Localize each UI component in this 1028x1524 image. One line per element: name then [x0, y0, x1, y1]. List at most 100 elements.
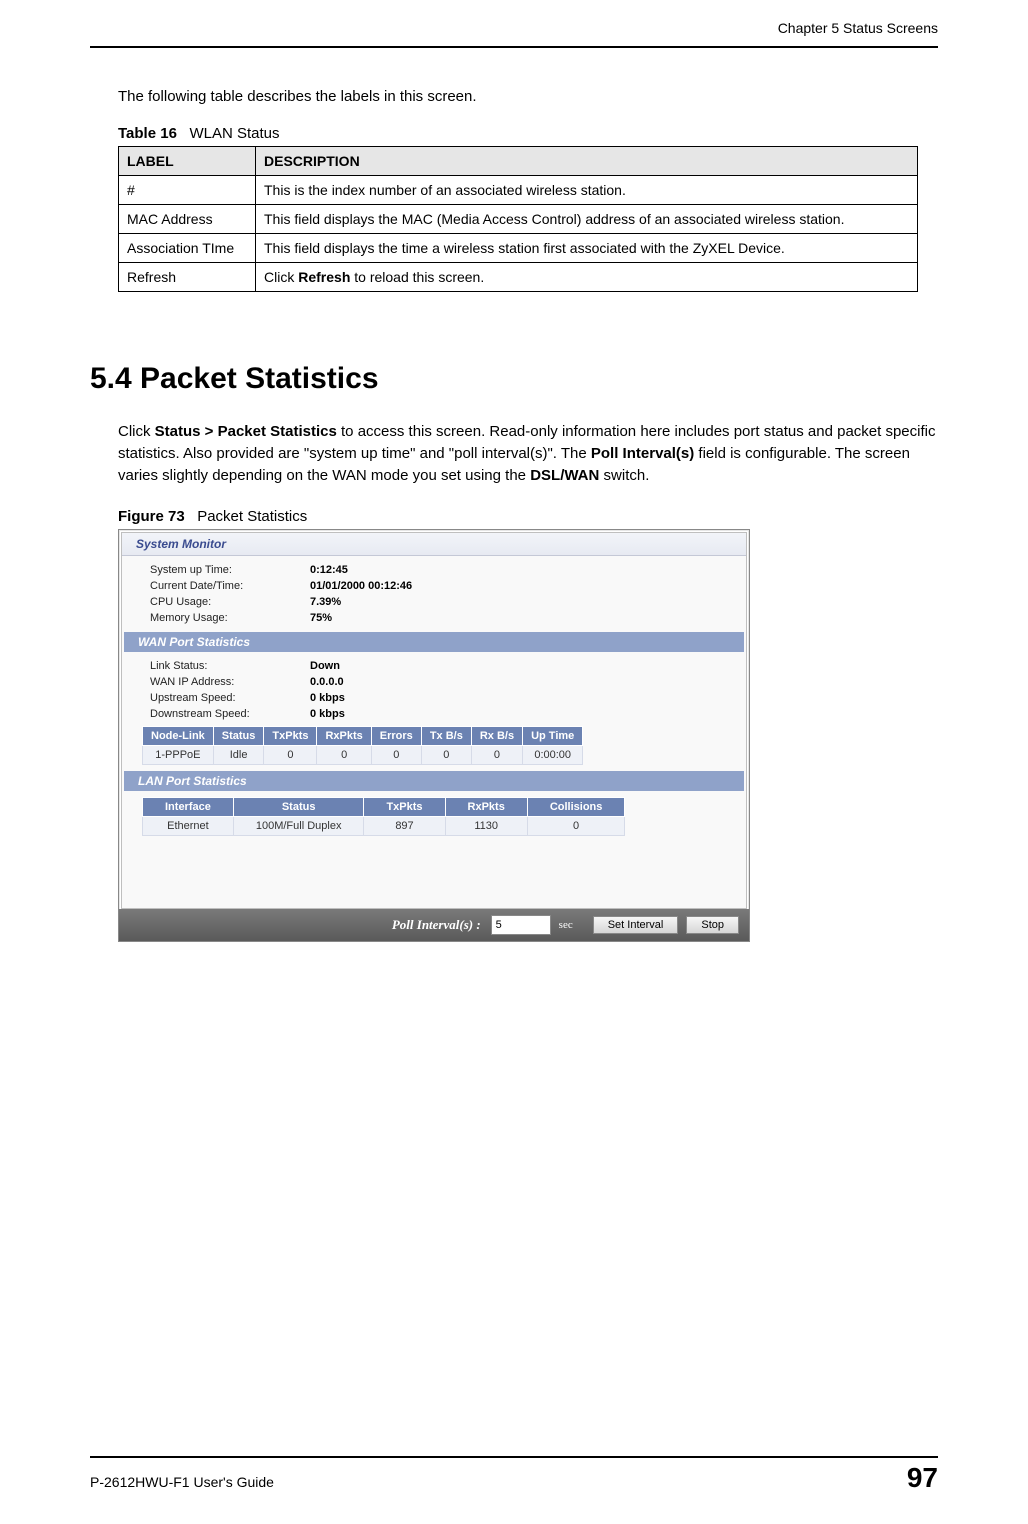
table-row: Refresh Click Refresh to reload this scr… [119, 263, 918, 292]
td: 0 [264, 746, 317, 765]
td: 1130 [445, 817, 527, 836]
p-post: switch. [599, 467, 649, 484]
set-interval-button[interactable]: Set Interval [593, 916, 679, 934]
poll-interval-unit: sec [559, 919, 573, 931]
section-body: Click Status > Packet Statistics to acce… [118, 421, 938, 486]
td: 0 [471, 746, 522, 765]
table-row: Ethernet 100M/Full Duplex 897 1130 0 [143, 817, 625, 836]
poll-interval-bar: Poll Interval(s) : sec Set Interval Stop [119, 909, 749, 941]
kv-value: 0:12:45 [310, 564, 348, 576]
kv-row: Upstream Speed:0 kbps [122, 690, 746, 706]
th: Collisions [527, 798, 625, 817]
td: Idle [213, 746, 264, 765]
p-b3: DSL/WAN [530, 467, 599, 484]
td: Ethernet [143, 817, 234, 836]
figure-caption: Figure 73 Packet Statistics [118, 508, 938, 525]
stop-button[interactable]: Stop [686, 916, 739, 934]
td: 897 [364, 817, 445, 836]
td: 100M/Full Duplex [233, 817, 364, 836]
kv-row: System up Time:0:12:45 [122, 562, 746, 578]
table-row: MAC Address This field displays the MAC … [119, 205, 918, 234]
p-b2: Poll Interval(s) [591, 445, 694, 462]
th: Status [213, 727, 264, 746]
kv-key: Current Date/Time: [150, 580, 310, 592]
th: Interface [143, 798, 234, 817]
poll-interval-label: Poll Interval(s) : [392, 917, 481, 933]
th: Rx B/s [471, 727, 522, 746]
table-row: Association TIme This field displays the… [119, 234, 918, 263]
cell-label: Refresh [119, 263, 256, 292]
table16-caption-title: WLAN Status [189, 125, 279, 142]
kv-key: WAN IP Address: [150, 676, 310, 688]
kv-value: 0 kbps [310, 708, 345, 720]
system-monitor-panel: System Monitor System up Time:0:12:45 Cu… [121, 532, 747, 909]
poll-interval-input[interactable] [491, 915, 551, 935]
p-pre: Click [118, 423, 155, 440]
p-b1: Status > Packet Statistics [155, 423, 337, 440]
th-label: LABEL [119, 147, 256, 176]
cell-desc-pre: Click [264, 269, 298, 285]
system-monitor-title: System Monitor [122, 533, 746, 556]
td: 0 [527, 817, 625, 836]
cell-label: MAC Address [119, 205, 256, 234]
footer-guide: P-2612HWU-F1 User's Guide [90, 1474, 274, 1490]
kv-key: Upstream Speed: [150, 692, 310, 704]
kv-row: Downstream Speed:0 kbps [122, 706, 746, 722]
kv-row: Link Status:Down [122, 658, 746, 674]
th: TxPkts [264, 727, 317, 746]
kv-key: Downstream Speed: [150, 708, 310, 720]
kv-key: System up Time: [150, 564, 310, 576]
th: Status [233, 798, 364, 817]
cell-desc: This is the index number of an associate… [256, 176, 918, 205]
lan-stats-table: Interface Status TxPkts RxPkts Collision… [142, 797, 625, 836]
cell-desc: This field displays the MAC (Media Acces… [256, 205, 918, 234]
wan-stats-table: Node-Link Status TxPkts RxPkts Errors Tx… [142, 726, 583, 765]
cell-desc: This field displays the time a wireless … [256, 234, 918, 263]
section-heading: 5.4 Packet Statistics [90, 362, 938, 396]
kv-row: WAN IP Address:0.0.0.0 [122, 674, 746, 690]
table16-caption-num: Table 16 [118, 125, 177, 142]
th: TxPkts [364, 798, 445, 817]
table-row: Node-Link Status TxPkts RxPkts Errors Tx… [143, 727, 583, 746]
kv-row: CPU Usage:7.39% [122, 594, 746, 610]
td: 0 [317, 746, 371, 765]
kv-key: Memory Usage: [150, 612, 310, 624]
table-row: LABEL DESCRIPTION [119, 147, 918, 176]
header-rule [90, 46, 938, 48]
kv-row: Current Date/Time:01/01/2000 00:12:46 [122, 578, 746, 594]
cell-desc-bold: Refresh [298, 269, 350, 285]
th: Errors [371, 727, 421, 746]
figure-caption-title: Packet Statistics [197, 508, 307, 525]
page-footer: P-2612HWU-F1 User's Guide 97 [90, 1456, 938, 1494]
th: Tx B/s [421, 727, 471, 746]
table-row: Interface Status TxPkts RxPkts Collision… [143, 798, 625, 817]
cell-desc-post: to reload this screen. [350, 269, 484, 285]
chapter-header: Chapter 5 Status Screens [90, 20, 938, 38]
figure-caption-num: Figure 73 [118, 508, 185, 525]
cell-desc: Click Refresh to reload this screen. [256, 263, 918, 292]
td: 0:00:00 [523, 746, 583, 765]
th-description: DESCRIPTION [256, 147, 918, 176]
cell-label: # [119, 176, 256, 205]
td: 0 [371, 746, 421, 765]
cell-label: Association TIme [119, 234, 256, 263]
lan-title: LAN Port Statistics [124, 771, 744, 791]
kv-value: 0.0.0.0 [310, 676, 344, 688]
th: Node-Link [143, 727, 214, 746]
table-row: 1-PPPoE Idle 0 0 0 0 0 0:00:00 [143, 746, 583, 765]
td: 1-PPPoE [143, 746, 214, 765]
table16: LABEL DESCRIPTION # This is the index nu… [118, 146, 918, 292]
td: 0 [421, 746, 471, 765]
th: RxPkts [317, 727, 371, 746]
kv-value: 01/01/2000 00:12:46 [310, 580, 412, 592]
kv-value: 0 kbps [310, 692, 345, 704]
figure-screenshot: System Monitor System up Time:0:12:45 Cu… [118, 529, 750, 942]
table-row: # This is the index number of an associa… [119, 176, 918, 205]
th: RxPkts [445, 798, 527, 817]
kv-key: CPU Usage: [150, 596, 310, 608]
th: Up Time [523, 727, 583, 746]
intro-text: The following table describes the labels… [118, 88, 938, 105]
kv-value: 75% [310, 612, 332, 624]
kv-key: Link Status: [150, 660, 310, 672]
kv-value: Down [310, 660, 340, 672]
